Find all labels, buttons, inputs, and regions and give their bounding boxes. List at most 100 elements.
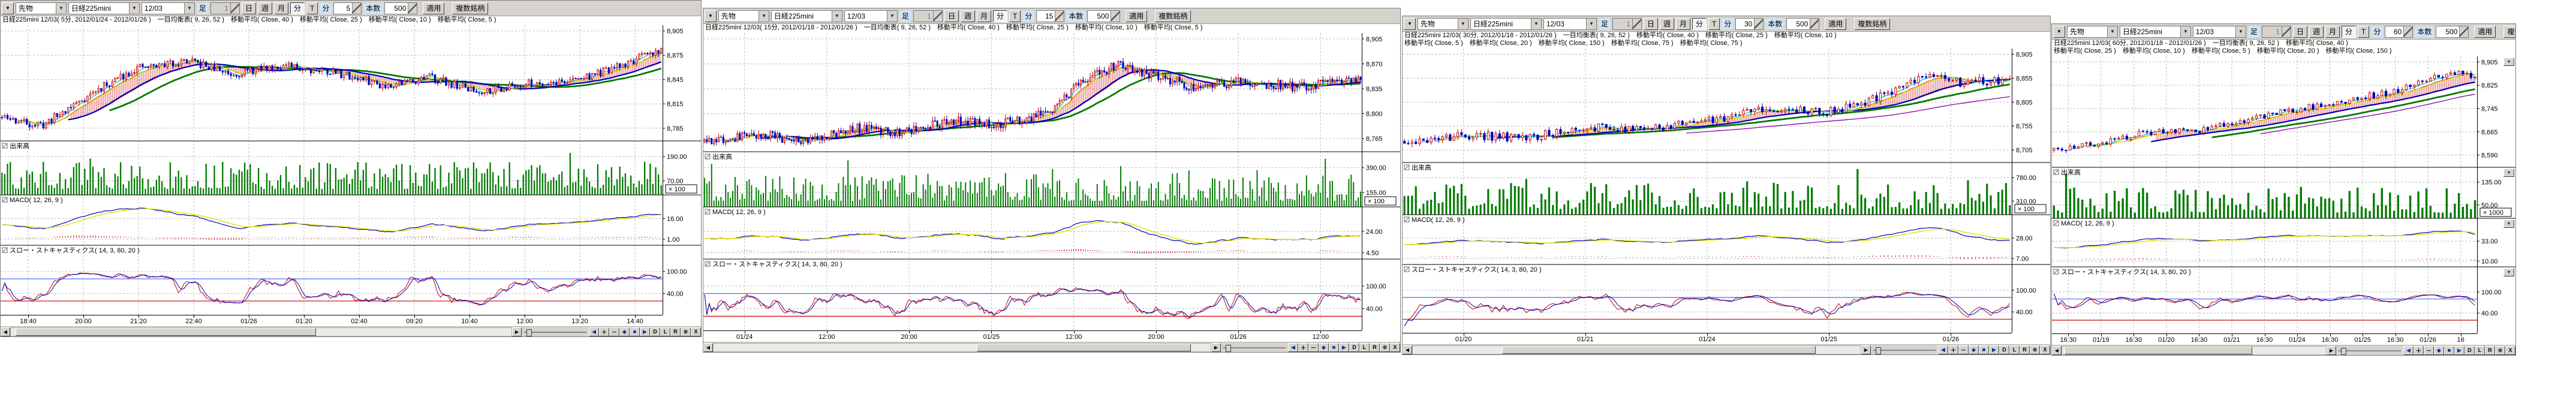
chevron-down-icon[interactable]: ▼ xyxy=(184,3,194,14)
scroll-left-button[interactable]: ◀ xyxy=(1403,345,1412,354)
period-minute-button[interactable]: 分 xyxy=(2342,26,2356,38)
zoom-out-button[interactable]: － xyxy=(1958,345,1969,354)
spinner-button[interactable] xyxy=(1754,19,1763,29)
multi-symbol-button[interactable]: 複数銘柄 xyxy=(1854,18,1890,30)
period-tick-button[interactable]: T xyxy=(1708,18,1720,30)
contract-select[interactable]: 12/03▼ xyxy=(142,2,195,14)
chart-canvas[interactable]: 8,9058,8258,7458,6658,590135.0050.0033.0… xyxy=(2052,56,2515,333)
zoom-slider[interactable] xyxy=(2337,346,2402,355)
scroll-right-button[interactable]: ▶ xyxy=(1211,343,1221,352)
category-select[interactable]: 先物▼ xyxy=(16,2,67,14)
symbol-select[interactable]: 日経225mini▼ xyxy=(1470,18,1542,30)
zoom-slider-knob[interactable] xyxy=(2341,348,2346,355)
apply-button[interactable]: 適用 xyxy=(1126,10,1147,22)
step-first-button[interactable]: ◀ xyxy=(1288,343,1298,352)
minute-value-input[interactable]: 15 xyxy=(1036,10,1064,22)
scroll-right-button[interactable]: ▶ xyxy=(512,327,522,336)
category-select[interactable]: 先物▼ xyxy=(718,10,769,22)
pane-scale-dropdown[interactable]: ▼ xyxy=(2503,219,2514,228)
zoom-slider[interactable] xyxy=(523,327,588,336)
chevron-down-icon[interactable]: ▼ xyxy=(887,11,897,22)
zoom-in-button[interactable]: ＋ xyxy=(2414,346,2424,355)
bar-count-input[interactable]: 500 xyxy=(1786,18,1819,30)
bar-count-input[interactable]: 500 xyxy=(1087,10,1120,22)
period-tick-button[interactable]: T xyxy=(1009,10,1021,22)
chevron-down-icon[interactable]: ▼ xyxy=(2107,26,2117,37)
period-minute-button[interactable]: 分 xyxy=(290,2,305,14)
stop-button[interactable]: ■ xyxy=(1329,343,1339,352)
magnifier-button[interactable]: ⊕ xyxy=(681,327,691,336)
scroll-thumb[interactable] xyxy=(1502,346,1816,354)
period-day-button[interactable]: 日 xyxy=(944,10,959,22)
close-tools-button[interactable]: X xyxy=(1390,343,1400,352)
scroll-thumb[interactable] xyxy=(977,344,1190,351)
d-tool-button[interactable]: D xyxy=(1999,345,2009,354)
spinner-button[interactable] xyxy=(230,3,239,14)
zoom-in-button[interactable]: ＋ xyxy=(599,327,609,336)
zoom-slider-knob[interactable] xyxy=(1876,347,1881,354)
window-menu-button[interactable]: ▼ xyxy=(2,2,14,14)
spinner-button[interactable] xyxy=(352,3,361,14)
l-tool-button[interactable]: L xyxy=(1359,343,1370,352)
close-tools-button[interactable]: X xyxy=(2505,346,2515,355)
zoom-out-button[interactable]: － xyxy=(2424,346,2434,355)
fit-button[interactable]: ◆ xyxy=(1969,345,1979,354)
period-month-button[interactable]: 月 xyxy=(2325,26,2340,38)
chevron-down-icon[interactable]: ▼ xyxy=(56,3,66,14)
category-select[interactable]: 先物▼ xyxy=(2067,26,2118,38)
period-month-button[interactable]: 月 xyxy=(274,2,288,14)
close-tools-button[interactable]: X xyxy=(2040,345,2050,354)
symbol-select[interactable]: 日経225mini▼ xyxy=(2120,26,2191,38)
chevron-down-icon[interactable]: ▼ xyxy=(759,11,769,22)
scroll-thumb[interactable] xyxy=(2065,347,2252,354)
period-tick-button[interactable]: T xyxy=(2358,26,2369,38)
fit-button[interactable]: ◆ xyxy=(2434,346,2444,355)
period-week-button[interactable]: 週 xyxy=(258,2,272,14)
zoom-out-button[interactable]: － xyxy=(1308,343,1319,352)
chart-canvas[interactable]: 8,9058,8758,8458,8158,785190.0070.0016.0… xyxy=(1,25,701,315)
chevron-down-icon[interactable]: ▼ xyxy=(1458,19,1468,29)
r-tool-button[interactable]: R xyxy=(2020,345,2030,354)
apply-button[interactable]: 適用 xyxy=(2474,26,2496,38)
spinner-button[interactable] xyxy=(933,11,942,22)
period-day-button[interactable]: 日 xyxy=(242,2,256,14)
apply-button[interactable]: 適用 xyxy=(423,2,444,14)
step-first-button[interactable]: ◀ xyxy=(589,327,599,336)
zoom-in-button[interactable]: ＋ xyxy=(1948,345,1958,354)
magnifier-button[interactable]: ⊕ xyxy=(2030,345,2040,354)
scroll-track[interactable] xyxy=(713,343,1211,352)
chevron-down-icon[interactable]: ▼ xyxy=(129,3,139,14)
period-month-button[interactable]: 月 xyxy=(1676,18,1690,30)
period-month-button[interactable]: 月 xyxy=(977,10,991,22)
stop-button[interactable]: ■ xyxy=(2444,346,2454,355)
d-tool-button[interactable]: D xyxy=(650,327,660,336)
r-tool-button[interactable]: R xyxy=(1370,343,1380,352)
step-last-button[interactable]: ▶ xyxy=(1989,345,1999,354)
l-tool-button[interactable]: L xyxy=(2009,345,2020,354)
r-tool-button[interactable]: R xyxy=(2485,346,2495,355)
contract-select[interactable]: 12/03▼ xyxy=(1543,18,1597,30)
step-last-button[interactable]: ▶ xyxy=(640,327,650,336)
scroll-left-button[interactable]: ◀ xyxy=(703,343,713,352)
period-minute-button[interactable]: 分 xyxy=(993,10,1007,22)
stop-button[interactable]: ■ xyxy=(1979,345,1989,354)
period-week-button[interactable]: 週 xyxy=(1660,18,1674,30)
window-menu-button[interactable]: ▼ xyxy=(2053,26,2065,38)
pane-scale-dropdown[interactable]: ▼ xyxy=(2503,169,2514,177)
scroll-right-button[interactable]: ▶ xyxy=(1861,345,1871,354)
chevron-down-icon[interactable]: ▼ xyxy=(1586,19,1596,29)
contract-select[interactable]: 12/03▼ xyxy=(844,10,898,22)
chevron-down-icon[interactable]: ▼ xyxy=(2180,26,2190,37)
contract-select[interactable]: 12/03▼ xyxy=(2193,26,2246,38)
period-minute-button[interactable]: 分 xyxy=(1692,18,1707,30)
bar-count-input[interactable]: 500 xyxy=(384,2,417,14)
fit-button[interactable]: ◆ xyxy=(619,327,630,336)
spinner-button[interactable] xyxy=(2403,26,2412,37)
zoom-slider[interactable] xyxy=(1872,345,1937,354)
chevron-down-icon[interactable]: ▼ xyxy=(832,11,842,22)
step-first-button[interactable]: ◀ xyxy=(1938,345,1948,354)
step-last-button[interactable]: ▶ xyxy=(2454,346,2464,355)
scroll-track[interactable] xyxy=(10,327,512,336)
scroll-thumb[interactable] xyxy=(16,328,316,336)
chart-canvas[interactable]: 8,9058,8558,8058,7558,705780.00310.0028.… xyxy=(1403,49,2050,333)
